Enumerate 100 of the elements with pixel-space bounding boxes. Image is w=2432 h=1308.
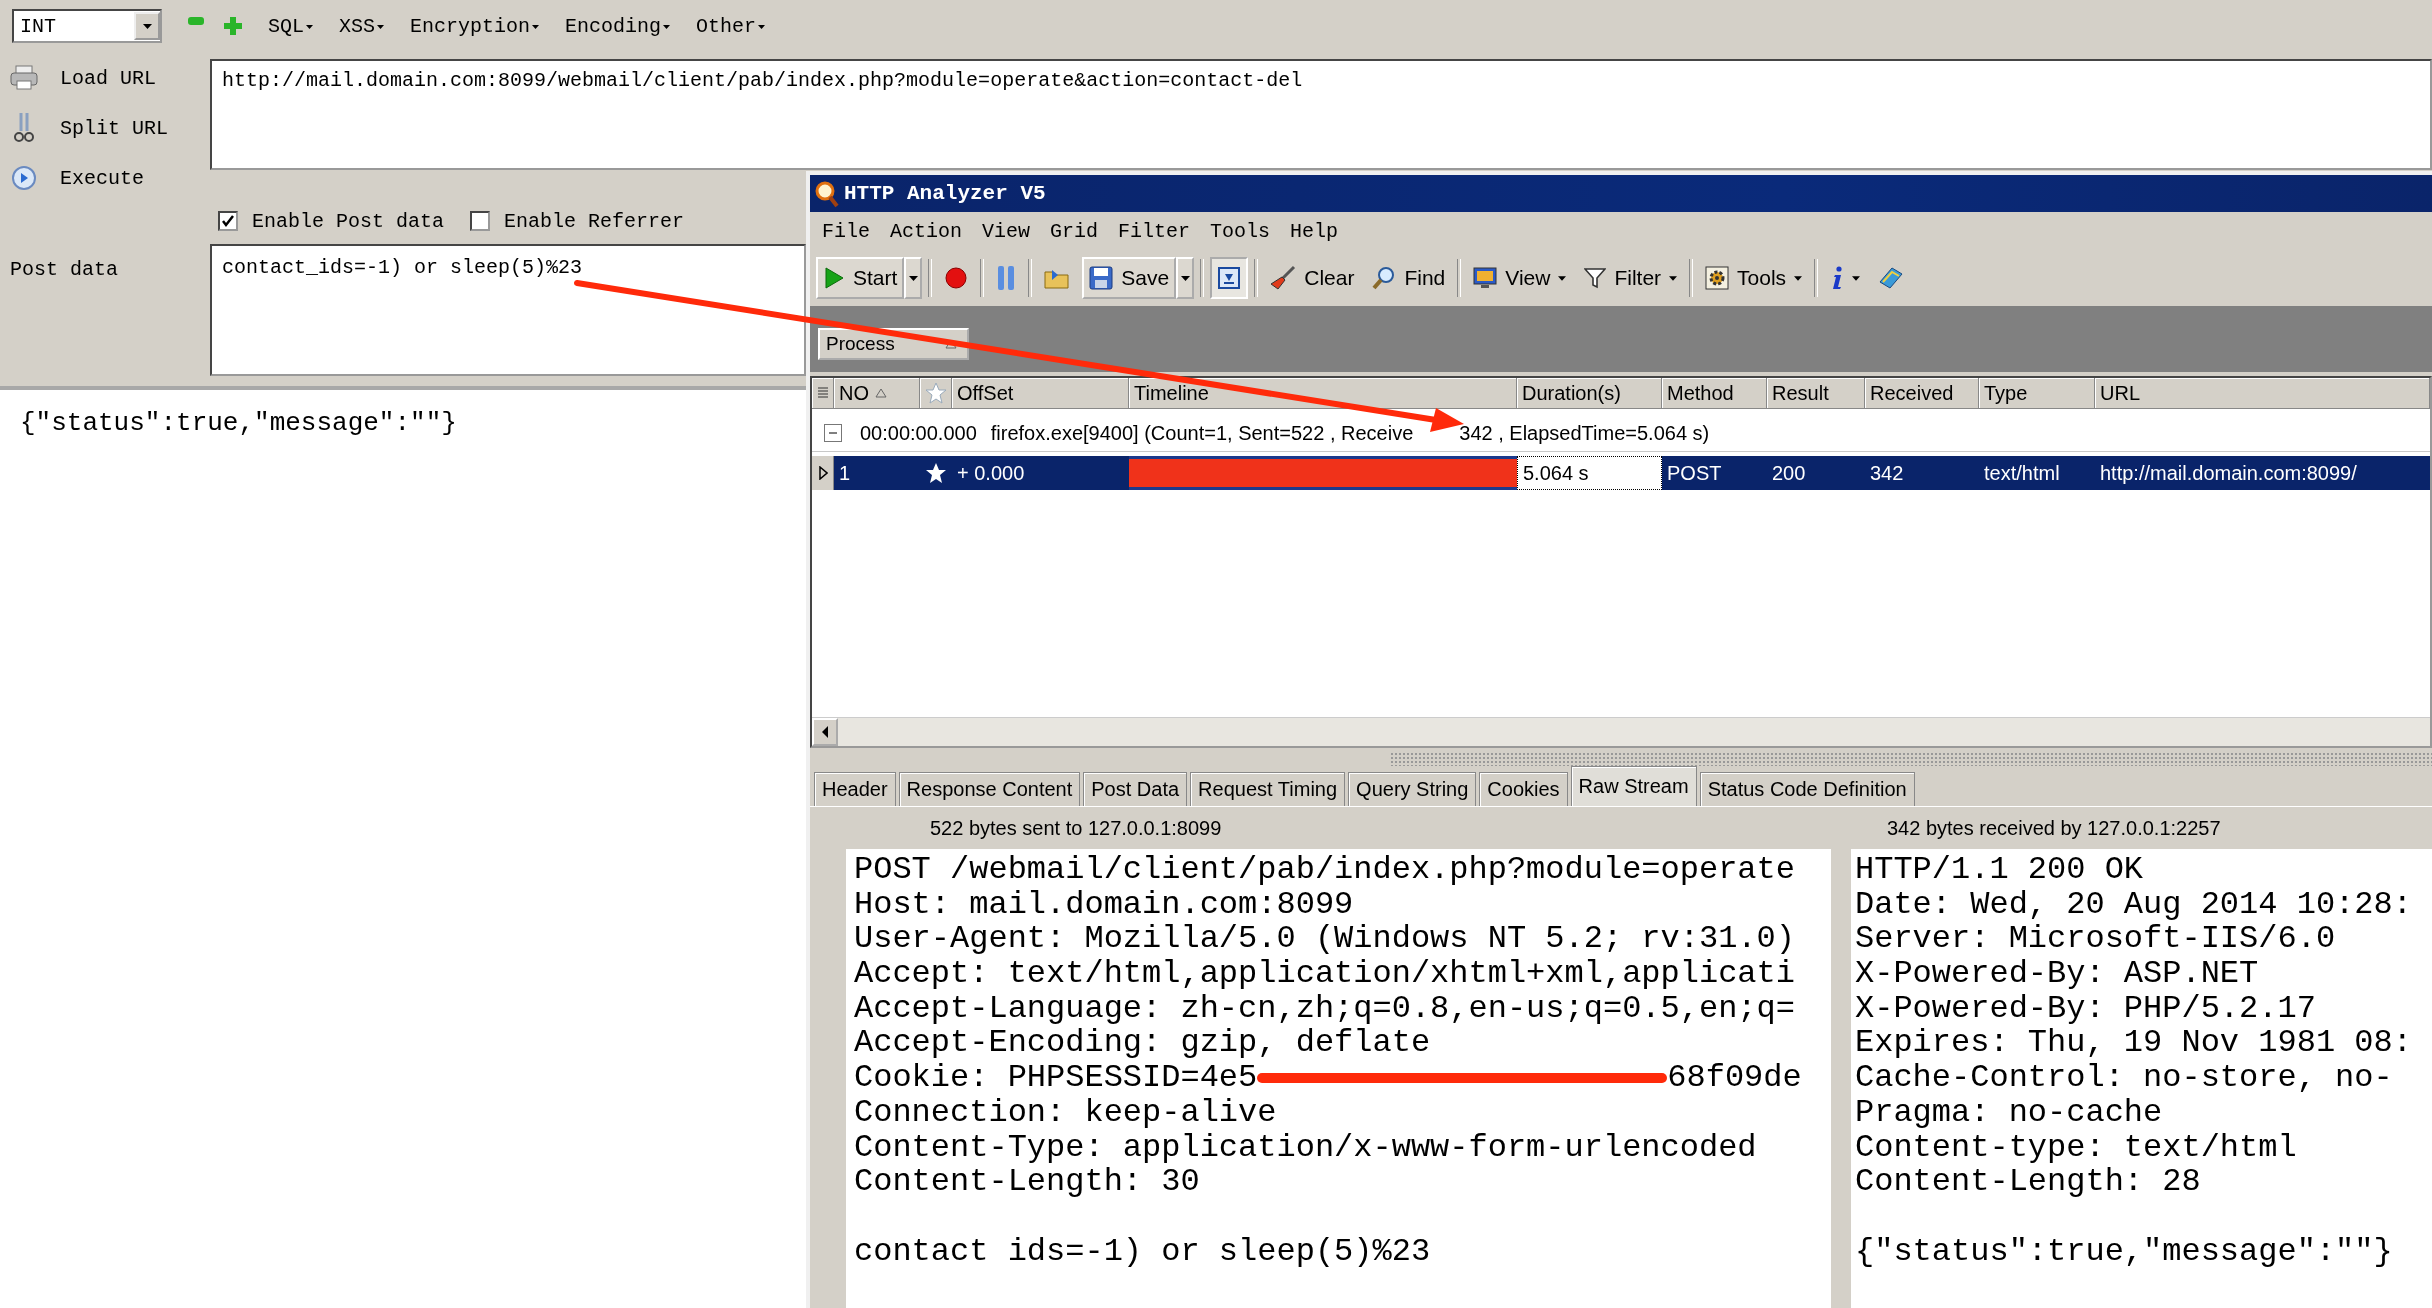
column-header[interactable]: URL bbox=[2095, 378, 2430, 409]
url-field[interactable]: http://mail.domain.com:8099/webmail/client/pab/index.php?module=operate&action=contact-del bbox=[210, 59, 2432, 170]
group-summary: firefox.exe[9400] (Count=1, Sent=522 , Receive bbox=[990, 421, 1414, 444]
tab[interactable]: Raw Stream bbox=[1570, 766, 1697, 806]
table-cell-text: 1 bbox=[838, 460, 852, 486]
menu-item[interactable]: Tools bbox=[1210, 219, 1271, 243]
scroll-down-icon bbox=[1217, 266, 1242, 290]
table-cell: 5.064 s bbox=[1517, 456, 1662, 490]
type-dropdown[interactable]: INT bbox=[12, 9, 162, 43]
magnifier-icon bbox=[814, 179, 840, 208]
column-header[interactable]: Received bbox=[1865, 378, 1979, 409]
tab[interactable]: Post Data bbox=[1083, 772, 1188, 806]
column-header[interactable]: OffSet bbox=[952, 378, 1129, 409]
menu-item[interactable]: View bbox=[982, 219, 1031, 243]
scrollbar[interactable] bbox=[812, 717, 2430, 746]
autoscroll-button[interactable] bbox=[1210, 257, 1249, 299]
checkbox-label: Enable Post data bbox=[252, 209, 445, 233]
column-header[interactable]: Method bbox=[1662, 378, 1767, 409]
group-time: 00:00:00.000 bbox=[860, 421, 977, 445]
text-line: Content-type: text/html bbox=[1855, 1130, 2298, 1166]
sort-icon bbox=[875, 388, 887, 398]
request-row[interactable]: 1 + 0.000 5.064 s POST 200 342 text/html http://mail.domain.com:8099/ bbox=[812, 456, 2430, 490]
left-arrow-icon bbox=[821, 726, 829, 738]
text-line: Accept: text/html,application/xhtml+xml,applicati bbox=[854, 957, 1796, 992]
record-icon bbox=[944, 266, 969, 290]
table-cell-text: POST bbox=[1666, 460, 1723, 486]
group-summary: 342 , ElapsedTime=5.064 s) bbox=[1459, 421, 1710, 444]
menu-item[interactable]: File bbox=[822, 219, 870, 243]
text-line: Accept-Encoding: gzip, deflate bbox=[854, 1026, 1432, 1062]
text-line: Cookie: PHPSESSID=4e5 bbox=[854, 1059, 1258, 1097]
menu-button[interactable]: XSS bbox=[339, 14, 385, 38]
menu-button[interactable]: Other bbox=[696, 14, 766, 38]
text-line: Host: mail.domain.com:8099 bbox=[854, 887, 1355, 923]
dropdown-button[interactable] bbox=[1176, 257, 1195, 299]
text-line: X-Powered-By: PHP/5.2.17 bbox=[1855, 991, 2317, 1027]
column-header[interactable]: Type bbox=[1979, 378, 2095, 409]
tab[interactable]: Header bbox=[814, 772, 896, 806]
caret-icon bbox=[908, 275, 918, 281]
menu-item[interactable]: Filter bbox=[1118, 219, 1191, 243]
dropdown-button[interactable] bbox=[904, 257, 923, 299]
column-header[interactable]: NO bbox=[834, 378, 920, 409]
collapse-icon[interactable] bbox=[824, 424, 842, 442]
menu-item[interactable]: Action bbox=[890, 219, 963, 243]
table-cell-text: http://mail.domain.com:8099/ bbox=[2099, 460, 2358, 486]
text-line: Content-Type: application/x-www-form-urlencoded bbox=[854, 1130, 1758, 1166]
save-button[interactable]: Save bbox=[1082, 257, 1177, 299]
floppy-icon bbox=[1089, 266, 1114, 290]
text-line: Expires: Thu, 19 Nov 1981 08: bbox=[1855, 1026, 2413, 1062]
text-line: {"status":true,"message":""} bbox=[1855, 1234, 2394, 1270]
action-button[interactable]: Load URL bbox=[10, 60, 210, 96]
text-line: Cache-Control: no-store, no- bbox=[1855, 1061, 2394, 1096]
tab[interactable]: Request Timing bbox=[1190, 772, 1346, 806]
checkbox[interactable] bbox=[218, 211, 238, 231]
text-line: Date: Wed, 20 Aug 2014 10:28: bbox=[1855, 887, 2413, 923]
action-button[interactable]: Split URL bbox=[10, 110, 210, 146]
menu-button[interactable]: SQL bbox=[268, 14, 313, 38]
table-cell-text: 200 bbox=[1771, 460, 1807, 486]
search-icon bbox=[1372, 266, 1397, 290]
tab[interactable]: Status Code Definition bbox=[1699, 772, 1915, 806]
column-chooser-icon[interactable] bbox=[817, 386, 829, 400]
column-header[interactable]: Result bbox=[1767, 378, 1865, 409]
menu-item[interactable]: Help bbox=[1290, 219, 1339, 243]
column-header[interactable]: Duration(s) bbox=[1517, 378, 1662, 409]
filter-icon bbox=[1584, 267, 1607, 289]
menu-item[interactable]: Grid bbox=[1050, 219, 1099, 243]
book-icon bbox=[1878, 266, 1905, 290]
caret-icon bbox=[142, 23, 152, 29]
table-cell-text: + 0.000 bbox=[956, 460, 1026, 486]
post-data-field[interactable]: contact_ids=-1) or sleep(5)%23 bbox=[210, 244, 806, 376]
text-line: Connection: keep-alive bbox=[854, 1095, 1278, 1131]
printer-icon bbox=[10, 65, 38, 91]
brush-icon bbox=[1270, 265, 1297, 291]
text-line: 68f09de bbox=[1667, 1059, 1802, 1097]
column-header[interactable]: Timeline bbox=[1129, 378, 1517, 409]
tab[interactable]: Query String bbox=[1348, 772, 1477, 806]
play-icon bbox=[823, 266, 845, 290]
table-cell-text: text/html bbox=[1983, 460, 2061, 486]
tab[interactable]: Response Content bbox=[898, 772, 1081, 806]
menu-button[interactable]: Encoding bbox=[565, 14, 671, 38]
menu-button[interactable]: Encryption bbox=[410, 14, 540, 38]
tools-button[interactable]: Tools bbox=[1699, 257, 1809, 299]
caret-icon bbox=[377, 24, 385, 29]
caret-icon bbox=[663, 24, 671, 29]
tab[interactable]: Cookies bbox=[1479, 772, 1568, 806]
filter-button[interactable]: Filter bbox=[1578, 257, 1684, 299]
caret-icon bbox=[758, 24, 766, 29]
window-title: HTTP Analyzer V5 bbox=[844, 182, 1046, 205]
caret-icon bbox=[532, 24, 540, 29]
start-button[interactable]: Start bbox=[816, 257, 905, 299]
text-line: HTTP/1.1 200 OK bbox=[1855, 853, 2145, 888]
clear-button[interactable]: Clear bbox=[1264, 257, 1361, 299]
checkbox[interactable] bbox=[470, 211, 491, 231]
view-button[interactable]: View bbox=[1467, 257, 1573, 299]
action-button[interactable]: Execute bbox=[10, 160, 210, 196]
status-text: 522 bytes sent to 127.0.0.1:8099 bbox=[930, 816, 1222, 839]
response-text: {"status":true,"message":""} bbox=[20, 408, 457, 438]
pause-icon bbox=[996, 265, 1017, 291]
info-icon bbox=[1830, 266, 1845, 290]
star-icon bbox=[925, 462, 947, 484]
find-button[interactable]: Find bbox=[1366, 257, 1452, 299]
